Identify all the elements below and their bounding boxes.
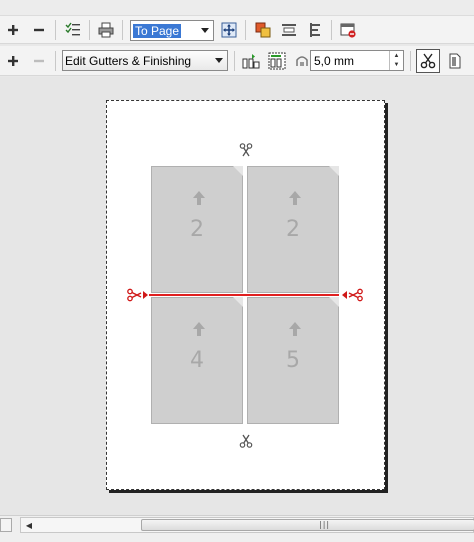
page-icon	[449, 53, 461, 69]
horizontal-scrollbar[interactable]: ◀ |||	[20, 517, 474, 533]
separator	[331, 20, 332, 40]
printer-icon	[98, 22, 114, 38]
edge-layout-button[interactable]	[304, 19, 326, 41]
equal-gutter-icon	[268, 52, 286, 70]
arrow-up-icon	[289, 322, 301, 336]
minus-icon	[34, 28, 44, 32]
duplicate-icon	[255, 22, 271, 38]
plus-icon	[8, 56, 18, 66]
plus-icon	[8, 25, 18, 35]
close-preview-icon	[340, 23, 356, 38]
gutter-width-icon	[296, 56, 308, 66]
horizontal-layout-button[interactable]	[278, 19, 300, 41]
page-thumbnail[interactable]: 4	[151, 297, 243, 424]
fit-page-button[interactable]	[218, 19, 240, 41]
page-thumbnail[interactable]: 2	[151, 166, 243, 293]
minus-icon	[34, 59, 44, 63]
chevron-down-icon	[197, 21, 213, 40]
add-gutter-button[interactable]	[2, 50, 24, 72]
arrow-up-icon	[193, 322, 205, 336]
cut-marks-toggle[interactable]	[416, 49, 440, 73]
spin-up-button[interactable]: ▲	[390, 51, 403, 61]
scissors-icon	[420, 53, 436, 69]
duplicate-layout-button[interactable]	[252, 19, 274, 41]
window-top-strip	[0, 0, 474, 16]
separator	[55, 51, 56, 71]
page-number: 2	[190, 217, 204, 242]
spin-down-button[interactable]: ▼	[390, 61, 403, 71]
page-corner-fold	[329, 297, 339, 307]
separator	[89, 20, 90, 40]
zoom-value: To Page	[133, 23, 182, 38]
auto-gutter-icon	[242, 54, 260, 69]
close-imposition-button[interactable]	[337, 19, 359, 41]
page-thumbnail[interactable]: 2	[247, 166, 339, 293]
page-number: 2	[286, 217, 300, 242]
page-number: 5	[286, 348, 300, 373]
add-page-button[interactable]	[2, 19, 24, 41]
arrow-up-icon	[193, 191, 205, 205]
remove-page-button[interactable]	[28, 19, 50, 41]
page-thumbnail[interactable]: 5	[247, 297, 339, 424]
scissors-icon	[342, 288, 363, 302]
imposition-toolbar: To Page	[0, 16, 474, 44]
scissors-icon	[127, 288, 148, 302]
separator	[410, 51, 411, 71]
page-number: 4	[190, 348, 204, 373]
separator	[55, 20, 56, 40]
scrollbar-grip-icon: |||	[319, 520, 331, 529]
checklist-icon	[65, 22, 80, 36]
page-corner-fold	[329, 166, 339, 176]
horizontal-layout-icon	[282, 24, 296, 36]
cut-handle-right[interactable]	[341, 288, 363, 305]
scrollbar-thumb[interactable]	[141, 519, 474, 531]
edge-layout-icon	[310, 23, 320, 37]
separator	[245, 20, 246, 40]
equal-gutter-button[interactable]	[266, 50, 288, 72]
arrow-up-icon	[289, 191, 301, 205]
page-corner-fold	[233, 166, 243, 176]
cut-handle-left[interactable]	[127, 288, 149, 305]
fit-page-icon	[221, 22, 237, 38]
scissors-icon[interactable]	[239, 434, 253, 451]
edit-mode-value: Edit Gutters & Finishing	[65, 53, 192, 68]
remove-gutter-button[interactable]	[28, 50, 50, 72]
scissors-icon[interactable]	[239, 143, 253, 160]
separator	[234, 51, 235, 71]
edit-mode-dropdown[interactable]: Edit Gutters & Finishing	[62, 50, 228, 71]
gutter-cut-line[interactable]	[149, 294, 339, 296]
scroll-left-icon[interactable]: ◀	[21, 518, 37, 532]
gutter-size-value: 5,0 mm	[314, 53, 355, 68]
page-setup-button[interactable]	[444, 50, 466, 72]
gutter-size-spinner[interactable]: 5,0 mm ▲ ▼	[310, 50, 404, 71]
page-indicator-button[interactable]	[0, 518, 12, 532]
page-corner-fold	[233, 297, 243, 307]
auto-gutter-button[interactable]	[240, 50, 262, 72]
print-button[interactable]	[95, 19, 117, 41]
zoom-dropdown[interactable]: To Page	[130, 20, 214, 41]
separator	[122, 20, 123, 40]
checklist-button[interactable]	[62, 19, 84, 41]
chevron-down-icon	[211, 51, 227, 70]
